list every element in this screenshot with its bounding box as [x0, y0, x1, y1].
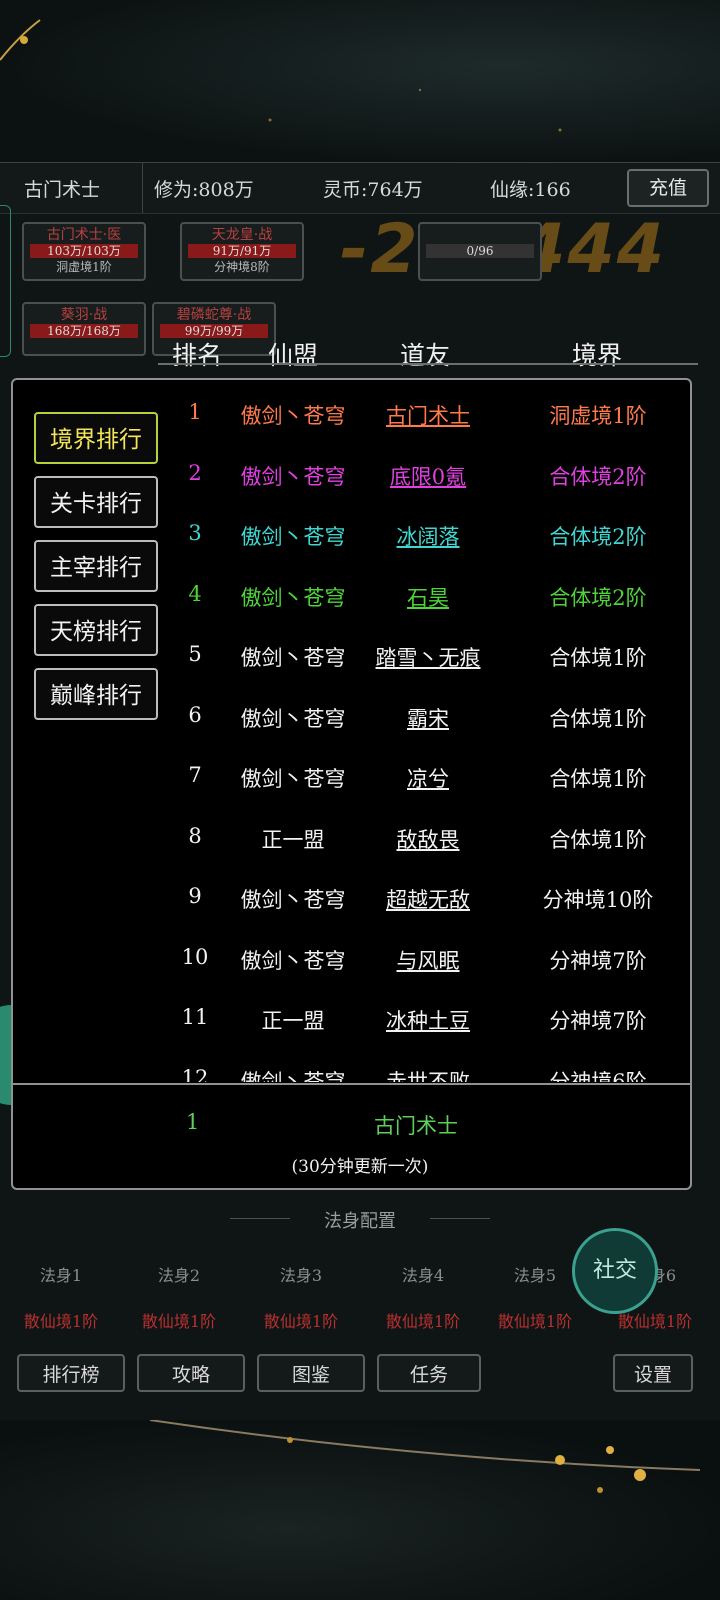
row-player-name[interactable]: 凉兮 [348, 763, 508, 793]
row-player-name[interactable]: 敌敌畏 [348, 824, 508, 854]
row-realm: 分神境6阶 [549, 1069, 647, 1083]
row-player-name[interactable]: 赤世不败 [348, 1066, 508, 1083]
row-player-name[interactable]: 冰种土豆 [348, 1005, 508, 1035]
row-player-name[interactable]: 石昊 [348, 582, 508, 612]
tab-stage-ranking[interactable]: 关卡排行 [34, 476, 158, 528]
party-realm: 分神境8阶 [214, 260, 270, 274]
ranking-row: 12 傲剑丶苍穹 赤世不败 分神境6阶 [158, 1066, 688, 1083]
social-button[interactable]: 社交 [572, 1228, 658, 1314]
my-rank-divider [13, 1083, 690, 1085]
tab-heaven-ranking[interactable]: 天榜排行 [34, 604, 158, 656]
row-realm: 合体境1阶 [549, 827, 647, 852]
tab-lord-ranking[interactable]: 主宰排行 [34, 540, 158, 592]
ranking-row: 8 正一盟 敌敌畏 合体境1阶 [158, 824, 688, 884]
header-alliance: 仙盟 [268, 341, 319, 370]
row-realm: 合体境1阶 [549, 646, 647, 670]
tasks-button[interactable]: 任务 [377, 1354, 481, 1392]
fashen-slot-1[interactable]: 法身1 散仙境1阶 [6, 1262, 116, 1332]
row-realm: 洞虚境1阶 [549, 404, 647, 428]
row-realm: 合体境1阶 [549, 706, 647, 731]
row-realm: 分神境10阶 [542, 888, 654, 912]
guide-button[interactable]: 攻略 [137, 1354, 245, 1392]
settings-button[interactable]: 设置 [613, 1354, 693, 1392]
header-realm: 境界 [572, 341, 623, 370]
party-name: 葵羽·战 [60, 307, 108, 323]
fashen-slot-3[interactable]: 法身3 散仙境1阶 [246, 1262, 356, 1332]
fashen-name: 法身3 [279, 1266, 323, 1285]
row-player-name[interactable]: 冰阔落 [348, 521, 508, 551]
fashen-state: 散仙境1阶 [23, 1312, 99, 1331]
fashen-state: 散仙境1阶 [263, 1312, 339, 1331]
header-underline [158, 363, 698, 365]
fashen-state: 散仙境1阶 [141, 1312, 217, 1331]
ranking-row: 3 傲剑丶苍穹 冰阔落 合体境2阶 [158, 521, 688, 581]
fashen-slot-4[interactable]: 法身4 散仙境1阶 [368, 1262, 478, 1332]
party-slot: 古门术士·医 103万/103万 洞虚境1阶 [22, 222, 146, 281]
row-player-name[interactable]: 与风眠 [348, 945, 508, 975]
row-realm: 合体境1阶 [549, 767, 647, 791]
row-realm: 合体境2阶 [549, 585, 647, 610]
leaderboard-button[interactable]: 排行榜 [17, 1354, 125, 1392]
row-player-name[interactable]: 霸宋 [348, 703, 508, 733]
ranking-row: 2 傲剑丶苍穹 底限0氪 合体境2阶 [158, 461, 688, 521]
ranking-row: 7 傲剑丶苍穹 凉兮 合体境1阶 [158, 763, 688, 823]
party-name: 古门术士·医 [46, 227, 122, 243]
section-deco-right [430, 1218, 490, 1219]
my-rank-name: 古门术士 [374, 1114, 458, 1138]
row-realm: 合体境2阶 [549, 525, 647, 549]
row-player-name[interactable]: 踏雪丶无痕 [348, 642, 508, 672]
codex-button[interactable]: 图鉴 [257, 1354, 365, 1392]
ranking-row: 9 傲剑丶苍穹 超越无敌 分神境10阶 [158, 884, 688, 944]
fashen-name: 法身2 [157, 1266, 201, 1285]
party-hp: 103万/103万 [30, 244, 138, 258]
row-player-name[interactable]: 古门术士 [348, 400, 508, 430]
party-name: 天龙皇·战 [211, 227, 273, 243]
party-name: 碧磷蛇尊·战 [176, 307, 252, 323]
row-player-name[interactable]: 超越无敌 [348, 884, 508, 914]
header-rank: 排名 [172, 341, 223, 370]
party-slot: 天龙皇·战 91万/91万 分神境8阶 [180, 222, 304, 281]
tab-realm-ranking[interactable]: 境界排行 [34, 412, 158, 464]
row-realm: 合体境2阶 [549, 464, 647, 489]
row-realm: 分神境7阶 [549, 1009, 647, 1033]
party-realm: 洞虚境1阶 [56, 260, 112, 274]
ranking-row: 11 正一盟 冰种土豆 分神境7阶 [158, 1005, 688, 1065]
ranking-row: 5 傲剑丶苍穹 踏雪丶无痕 合体境1阶 [158, 642, 688, 702]
enemy-slot: 0/96 [418, 222, 542, 281]
row-player-name[interactable]: 底限0氪 [348, 461, 508, 491]
ranking-list[interactable]: 1 傲剑丶苍穹 古门术士 洞虚境1阶 2 傲剑丶苍穹 底限0氪 合体境2阶 3 … [158, 392, 688, 1082]
ranking-header: 排名 仙盟 道友 境界 [0, 336, 720, 376]
fashen-name: 法身4 [401, 1266, 445, 1285]
fashen-slot-2[interactable]: 法身2 散仙境1阶 [124, 1262, 234, 1332]
left-edge-tab [0, 205, 11, 357]
my-rank-number: 1 [186, 1110, 200, 1134]
fashen-name: 法身1 [39, 1266, 83, 1285]
enemy-hp: 0/96 [426, 244, 534, 258]
ranking-row: 4 傲剑丶苍穹 石昊 合体境2阶 [158, 582, 688, 642]
ranking-row: 6 傲剑丶苍穹 霸宋 合体境1阶 [158, 703, 688, 763]
ranking-row: 1 傲剑丶苍穹 古门术士 洞虚境1阶 [158, 400, 688, 460]
header-friend: 道友 [400, 341, 451, 370]
update-interval-note: (30分钟更新一次) [291, 1157, 429, 1177]
party-hp: 91万/91万 [188, 244, 296, 258]
fashen-state: 散仙境1阶 [385, 1312, 461, 1331]
fashen-state: 散仙境1阶 [497, 1312, 573, 1331]
tab-peak-ranking[interactable]: 巅峰排行 [34, 668, 158, 720]
row-realm: 分神境7阶 [549, 948, 647, 973]
ranking-row: 10 傲剑丶苍穹 与风眠 分神境7阶 [158, 945, 688, 1005]
